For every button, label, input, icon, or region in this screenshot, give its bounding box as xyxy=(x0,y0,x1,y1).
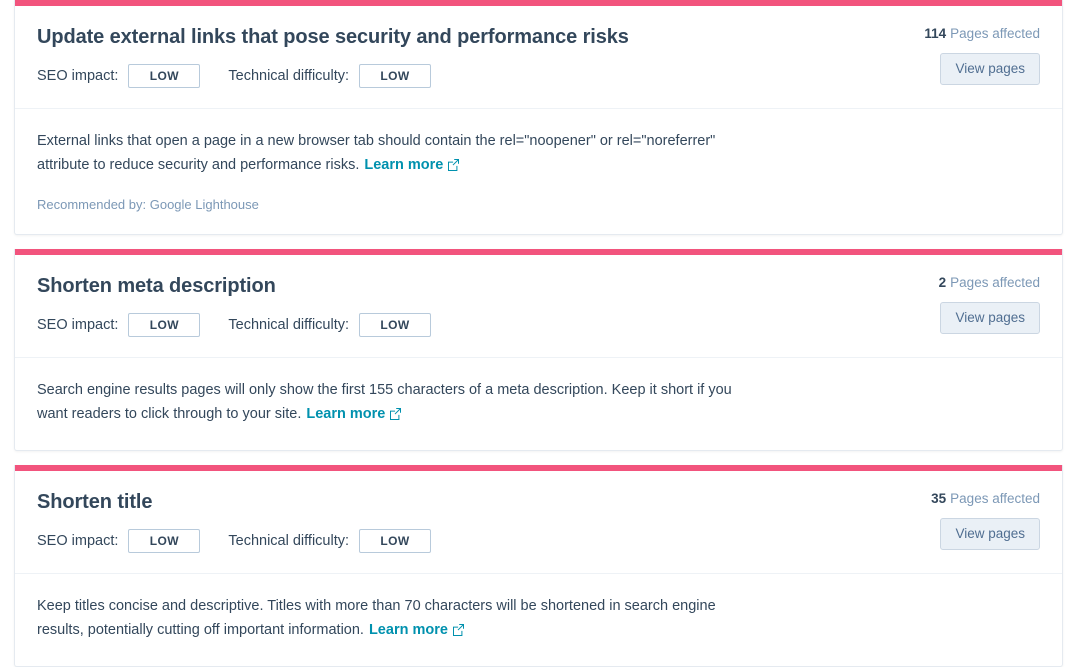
card-description: External links that open a page in a new… xyxy=(37,129,717,179)
recommendations-list: Update external links that pose security… xyxy=(0,0,1077,667)
learn-more-link[interactable]: Learn more xyxy=(364,157,460,173)
pages-affected: 35 Pages affected xyxy=(931,491,1040,506)
learn-more-link[interactable]: Learn more xyxy=(306,406,402,422)
seo-impact-label: SEO impact: xyxy=(37,533,119,549)
learn-more-label: Learn more xyxy=(364,157,444,173)
card-header-right: 114 Pages affected View pages xyxy=(924,26,1040,85)
card-meta-row: SEO impact: LOW Technical difficulty: LO… xyxy=(37,313,1040,337)
pages-affected-count: 114 xyxy=(924,26,947,41)
recommendation-card: Shorten title SEO impact: LOW Technical … xyxy=(14,465,1063,667)
seo-impact-badge: LOW xyxy=(128,529,201,553)
pages-affected-label: Pages affected xyxy=(950,26,1040,41)
card-description: Search engine results pages will only sh… xyxy=(37,378,737,428)
seo-impact-label: SEO impact: xyxy=(37,317,119,333)
view-pages-button[interactable]: View pages xyxy=(940,302,1040,334)
card-body: Keep titles concise and descriptive. Tit… xyxy=(15,574,1062,666)
seo-impact-badge: LOW xyxy=(128,64,201,88)
recommendation-card: Shorten meta description SEO impact: LOW… xyxy=(14,249,1063,451)
technical-difficulty-label: Technical difficulty: xyxy=(228,68,350,84)
card-body: External links that open a page in a new… xyxy=(15,109,1062,234)
seo-impact-badge: LOW xyxy=(128,313,201,337)
technical-difficulty-badge: LOW xyxy=(359,313,432,337)
technical-difficulty-label: Technical difficulty: xyxy=(228,533,350,549)
view-pages-button[interactable]: View pages xyxy=(940,53,1040,85)
pages-affected-count: 2 xyxy=(938,275,947,290)
technical-difficulty-badge: LOW xyxy=(359,64,432,88)
card-meta-row: SEO impact: LOW Technical difficulty: LO… xyxy=(37,529,1040,553)
learn-more-label: Learn more xyxy=(368,622,448,638)
view-pages-button[interactable]: View pages xyxy=(940,518,1040,550)
recommendation-card: Update external links that pose security… xyxy=(14,0,1063,235)
card-header: Shorten title SEO impact: LOW Technical … xyxy=(15,471,1062,574)
external-link-icon xyxy=(452,620,464,644)
page-title: Shorten title xyxy=(37,491,153,513)
card-body: Search engine results pages will only sh… xyxy=(15,358,1062,450)
card-header: Shorten meta description SEO impact: LOW… xyxy=(15,255,1062,358)
card-header-right: 2 Pages affected View pages xyxy=(939,275,1040,334)
pages-affected-label: Pages affected xyxy=(950,491,1040,506)
external-link-icon xyxy=(447,155,460,179)
seo-impact-label: SEO impact: xyxy=(37,68,119,84)
card-meta-row: SEO impact: LOW Technical difficulty: LO… xyxy=(37,64,1040,88)
learn-more-label: Learn more xyxy=(306,406,386,422)
pages-affected-label: Pages affected xyxy=(950,275,1040,290)
pages-affected: 2 Pages affected xyxy=(939,275,1040,290)
technical-difficulty-badge: LOW xyxy=(359,529,432,553)
card-header: Update external links that pose security… xyxy=(15,6,1062,109)
pages-affected: 114 Pages affected xyxy=(924,26,1040,41)
learn-more-link[interactable]: Learn more xyxy=(369,622,464,638)
recommended-by: Recommended by: Google Lighthouse xyxy=(37,197,259,212)
pages-affected-count: 35 xyxy=(931,491,947,506)
card-description: Keep titles concise and descriptive. Tit… xyxy=(37,594,737,644)
external-link-icon xyxy=(389,404,402,428)
page-title: Update external links that pose security… xyxy=(37,26,629,48)
card-header-right: 35 Pages affected View pages xyxy=(931,491,1040,550)
page-title: Shorten meta description xyxy=(37,275,276,297)
technical-difficulty-label: Technical difficulty: xyxy=(228,317,350,333)
